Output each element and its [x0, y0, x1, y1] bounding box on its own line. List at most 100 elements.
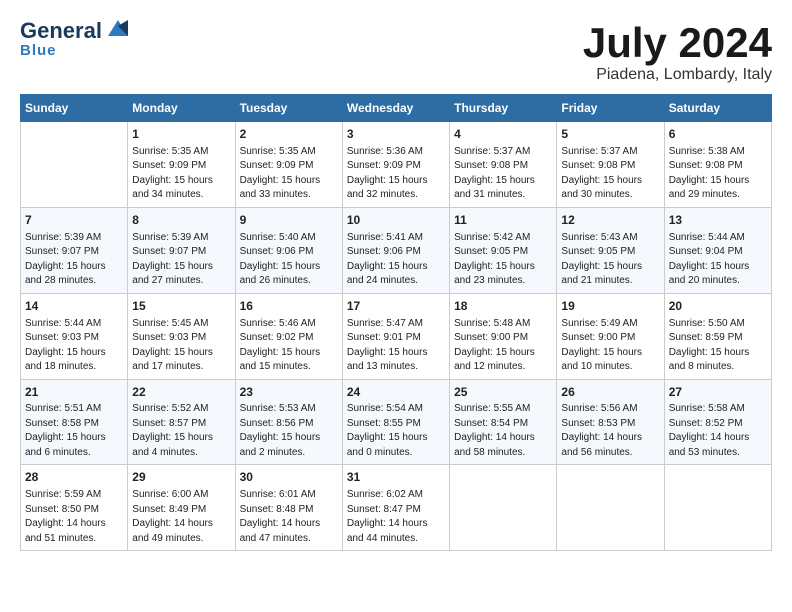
day-info: Sunrise: 6:00 AM Sunset: 8:49 PM Dayligh…: [132, 488, 230, 546]
header-row: Sunday Monday Tuesday Wednesday Thursday…: [21, 95, 772, 122]
day-number: 23: [240, 384, 338, 401]
calendar-cell: [664, 465, 771, 551]
day-info: Sunrise: 5:39 AM Sunset: 9:07 PM Dayligh…: [132, 231, 230, 289]
calendar-cell: 28 Sunrise: 5:59 AM Sunset: 8:50 PM Dayli…: [21, 465, 128, 551]
calendar-container: General Blue July 2024 Piadena, Lombardy…: [0, 0, 792, 561]
day-info: Sunrise: 5:38 AM Sunset: 9:08 PM Dayligh…: [669, 145, 767, 203]
day-info: Sunrise: 5:54 AM Sunset: 8:55 PM Dayligh…: [347, 402, 445, 460]
location: Piadena, Lombardy, Italy: [583, 66, 772, 84]
day-info: Sunrise: 5:55 AM Sunset: 8:54 PM Dayligh…: [454, 402, 552, 460]
calendar-cell: 31 Sunrise: 6:02 AM Sunset: 8:47 PM Dayli…: [342, 465, 449, 551]
day-info: Sunrise: 5:53 AM Sunset: 8:56 PM Dayligh…: [240, 402, 338, 460]
logo: General Blue: [20, 20, 132, 59]
col-sunday: Sunday: [21, 95, 128, 122]
day-number: 1: [132, 126, 230, 143]
day-number: 3: [347, 126, 445, 143]
calendar-cell: 10 Sunrise: 5:41 AM Sunset: 9:06 PM Dayli…: [342, 207, 449, 293]
day-info: Sunrise: 5:49 AM Sunset: 9:00 PM Dayligh…: [561, 317, 659, 375]
col-tuesday: Tuesday: [235, 95, 342, 122]
calendar-cell: 13 Sunrise: 5:44 AM Sunset: 9:04 PM Dayli…: [664, 207, 771, 293]
day-number: 10: [347, 212, 445, 229]
calendar-cell: 19 Sunrise: 5:49 AM Sunset: 9:00 PM Dayli…: [557, 293, 664, 379]
calendar-cell: 16Sunrise: 5:46 AM Sunset: 9:02 PM Dayli…: [235, 293, 342, 379]
calendar-cell: [21, 122, 128, 208]
calendar-cell: 25Sunrise: 5:55 AM Sunset: 8:54 PM Dayli…: [450, 379, 557, 465]
col-wednesday: Wednesday: [342, 95, 449, 122]
day-info: Sunrise: 5:35 AM Sunset: 9:09 PM Dayligh…: [240, 145, 338, 203]
day-info: Sunrise: 6:01 AM Sunset: 8:48 PM Dayligh…: [240, 488, 338, 546]
calendar-cell: 27Sunrise: 5:58 AM Sunset: 8:52 PM Dayli…: [664, 379, 771, 465]
day-info: Sunrise: 5:35 AM Sunset: 9:09 PM Dayligh…: [132, 145, 230, 203]
calendar-cell: 14 Sunrise: 5:44 AM Sunset: 9:03 PM Dayli…: [21, 293, 128, 379]
calendar-cell: 21Sunrise: 5:51 AM Sunset: 8:58 PM Dayli…: [21, 379, 128, 465]
calendar-cell: 3 Sunrise: 5:36 AM Sunset: 9:09 PM Daylig…: [342, 122, 449, 208]
calendar-cell: 18 Sunrise: 5:48 AM Sunset: 9:00 PM Dayli…: [450, 293, 557, 379]
day-info: Sunrise: 5:52 AM Sunset: 8:57 PM Dayligh…: [132, 402, 230, 460]
day-info: Sunrise: 5:41 AM Sunset: 9:06 PM Dayligh…: [347, 231, 445, 289]
day-info: Sunrise: 5:51 AM Sunset: 8:58 PM Dayligh…: [25, 402, 123, 460]
calendar-cell: 8 Sunrise: 5:39 AM Sunset: 9:07 PM Daylig…: [128, 207, 235, 293]
day-info: Sunrise: 5:44 AM Sunset: 9:03 PM Dayligh…: [25, 317, 123, 375]
day-number: 12: [561, 212, 659, 229]
calendar-cell: 30Sunrise: 6:01 AM Sunset: 8:48 PM Dayli…: [235, 465, 342, 551]
day-number: 13: [669, 212, 767, 229]
calendar-cell: [450, 465, 557, 551]
day-number: 16: [240, 298, 338, 315]
day-number: 31: [347, 469, 445, 486]
day-number: 4: [454, 126, 552, 143]
col-saturday: Saturday: [664, 95, 771, 122]
day-number: 6: [669, 126, 767, 143]
logo-general: General: [20, 20, 102, 42]
day-number: 22: [132, 384, 230, 401]
day-info: Sunrise: 5:59 AM Sunset: 8:50 PM Dayligh…: [25, 488, 123, 546]
calendar-cell: 9Sunrise: 5:40 AM Sunset: 9:06 PM Daylig…: [235, 207, 342, 293]
week-row-4: 28 Sunrise: 5:59 AM Sunset: 8:50 PM Dayli…: [21, 465, 772, 551]
logo-arrow-icon: [104, 18, 132, 40]
day-info: Sunrise: 5:56 AM Sunset: 8:53 PM Dayligh…: [561, 402, 659, 460]
calendar-cell: 2 Sunrise: 5:35 AM Sunset: 9:09 PM Daylig…: [235, 122, 342, 208]
day-info: Sunrise: 5:36 AM Sunset: 9:09 PM Dayligh…: [347, 145, 445, 203]
calendar-cell: 23Sunrise: 5:53 AM Sunset: 8:56 PM Dayli…: [235, 379, 342, 465]
calendar-cell: 15 Sunrise: 5:45 AM Sunset: 9:03 PM Dayli…: [128, 293, 235, 379]
day-info: Sunrise: 5:48 AM Sunset: 9:00 PM Dayligh…: [454, 317, 552, 375]
day-number: 17: [347, 298, 445, 315]
col-friday: Friday: [557, 95, 664, 122]
day-info: Sunrise: 5:58 AM Sunset: 8:52 PM Dayligh…: [669, 402, 767, 460]
day-number: 20: [669, 298, 767, 315]
week-row-3: 21Sunrise: 5:51 AM Sunset: 8:58 PM Dayli…: [21, 379, 772, 465]
day-number: 25: [454, 384, 552, 401]
calendar-table: Sunday Monday Tuesday Wednesday Thursday…: [20, 94, 772, 551]
calendar-cell: [557, 465, 664, 551]
day-number: 27: [669, 384, 767, 401]
calendar-cell: 24Sunrise: 5:54 AM Sunset: 8:55 PM Dayli…: [342, 379, 449, 465]
day-info: Sunrise: 5:50 AM Sunset: 8:59 PM Dayligh…: [669, 317, 767, 375]
day-number: 21: [25, 384, 123, 401]
calendar-cell: 5Sunrise: 5:37 AM Sunset: 9:08 PM Daylig…: [557, 122, 664, 208]
day-info: Sunrise: 5:45 AM Sunset: 9:03 PM Dayligh…: [132, 317, 230, 375]
calendar-cell: 4 Sunrise: 5:37 AM Sunset: 9:08 PM Daylig…: [450, 122, 557, 208]
day-number: 18: [454, 298, 552, 315]
col-monday: Monday: [128, 95, 235, 122]
day-number: 5: [561, 126, 659, 143]
day-number: 8: [132, 212, 230, 229]
header: General Blue July 2024 Piadena, Lombardy…: [20, 20, 772, 84]
day-info: Sunrise: 5:37 AM Sunset: 9:08 PM Dayligh…: [454, 145, 552, 203]
day-number: 29: [132, 469, 230, 486]
calendar-cell: 26Sunrise: 5:56 AM Sunset: 8:53 PM Dayli…: [557, 379, 664, 465]
calendar-cell: 11Sunrise: 5:42 AM Sunset: 9:05 PM Dayli…: [450, 207, 557, 293]
day-number: 15: [132, 298, 230, 315]
day-number: 28: [25, 469, 123, 486]
week-row-0: 1 Sunrise: 5:35 AM Sunset: 9:09 PM Daylig…: [21, 122, 772, 208]
calendar-cell: 12Sunrise: 5:43 AM Sunset: 9:05 PM Dayli…: [557, 207, 664, 293]
calendar-cell: 29 Sunrise: 6:00 AM Sunset: 8:49 PM Dayli…: [128, 465, 235, 551]
day-info: Sunrise: 5:44 AM Sunset: 9:04 PM Dayligh…: [669, 231, 767, 289]
day-number: 14: [25, 298, 123, 315]
day-number: 19: [561, 298, 659, 315]
day-number: 24: [347, 384, 445, 401]
calendar-cell: 17Sunrise: 5:47 AM Sunset: 9:01 PM Dayli…: [342, 293, 449, 379]
day-number: 2: [240, 126, 338, 143]
day-info: Sunrise: 6:02 AM Sunset: 8:47 PM Dayligh…: [347, 488, 445, 546]
day-info: Sunrise: 5:39 AM Sunset: 9:07 PM Dayligh…: [25, 231, 123, 289]
day-info: Sunrise: 5:40 AM Sunset: 9:06 PM Dayligh…: [240, 231, 338, 289]
week-row-2: 14 Sunrise: 5:44 AM Sunset: 9:03 PM Dayli…: [21, 293, 772, 379]
